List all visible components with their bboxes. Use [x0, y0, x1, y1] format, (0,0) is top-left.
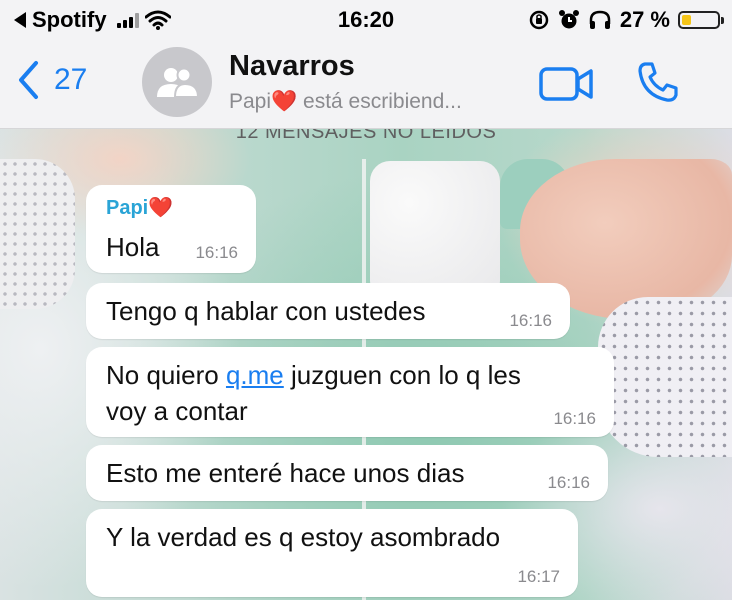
message-bubble[interactable]: Papi❤️ Hola 16:16: [86, 185, 256, 273]
background-photo-detail: [370, 161, 500, 301]
typing-status: Papi❤️ está escribiend...: [229, 90, 462, 114]
message-sender[interactable]: Papi❤️: [106, 195, 173, 220]
alarm-icon: [558, 10, 579, 29]
message-text: voy a contar: [106, 396, 248, 426]
unread-chats-count: 27: [54, 63, 88, 96]
chat-title[interactable]: Navarros: [229, 50, 355, 83]
background-photo-detail: [0, 159, 75, 309]
chevron-left-icon: [19, 61, 38, 99]
message-time: 16:16: [553, 409, 596, 428]
status-bar-right: 27 %: [528, 7, 724, 33]
message-link[interactable]: q.me: [226, 360, 284, 390]
message-text: Y la verdad es q estoy asombrado: [106, 522, 501, 552]
chat-header: 27 Navarros Papi❤️ está escribiend...: [0, 40, 732, 129]
message-bubble[interactable]: Tengo q hablar con ustedes 16:16: [86, 283, 570, 339]
battery-percent: 27 %: [619, 7, 670, 32]
unread-messages-banner: 12 MENSAJES NO LEIDOS: [235, 129, 497, 143]
heart-emoji: ❤️: [148, 197, 174, 219]
message-text: Esto me enteré hace unos dias: [106, 458, 465, 488]
heart-emoji: ❤️: [271, 90, 298, 113]
orientation-lock-icon: [529, 10, 549, 30]
headphones-icon: [589, 10, 611, 29]
message-text-part: No quiero: [106, 360, 226, 390]
background-photo-detail: [598, 297, 732, 457]
phone-call-icon[interactable]: [636, 60, 680, 104]
battery-level: [682, 15, 692, 25]
message-time: 16:16: [195, 243, 238, 262]
message-text: Hola: [106, 232, 160, 262]
message-text: No quiero q.me juzguen con lo q les: [106, 357, 521, 393]
message-time: 16:17: [517, 567, 560, 586]
battery-icon: [678, 11, 724, 29]
typing-user-name: Papi: [229, 90, 272, 113]
video-call-icon[interactable]: [538, 64, 594, 104]
typing-status-text: está escribiend...: [297, 90, 462, 113]
message-time: 16:16: [547, 473, 590, 492]
message-text-part: juzguen con lo q les: [283, 360, 521, 390]
message-bubble[interactable]: Y la verdad es q estoy asombrado 16:17: [86, 509, 578, 597]
group-icon: [157, 67, 200, 98]
message-bubble[interactable]: No quiero q.me juzguen con lo q les voy …: [86, 347, 614, 437]
back-button[interactable]: 27: [16, 60, 87, 100]
message-text: Tengo q hablar con ustedes: [106, 296, 426, 326]
message-time: 16:16: [509, 311, 552, 330]
sender-name: Papi: [106, 197, 149, 219]
message-bubble[interactable]: Esto me enteré hace unos dias 16:16: [86, 445, 608, 501]
chat-area[interactable]: 12 MENSAJES NO LEIDOS Papi❤️ Hola 16:16 …: [0, 129, 732, 600]
status-bar: Spotify 16:20 27 %: [0, 0, 732, 40]
group-avatar[interactable]: [142, 47, 212, 117]
